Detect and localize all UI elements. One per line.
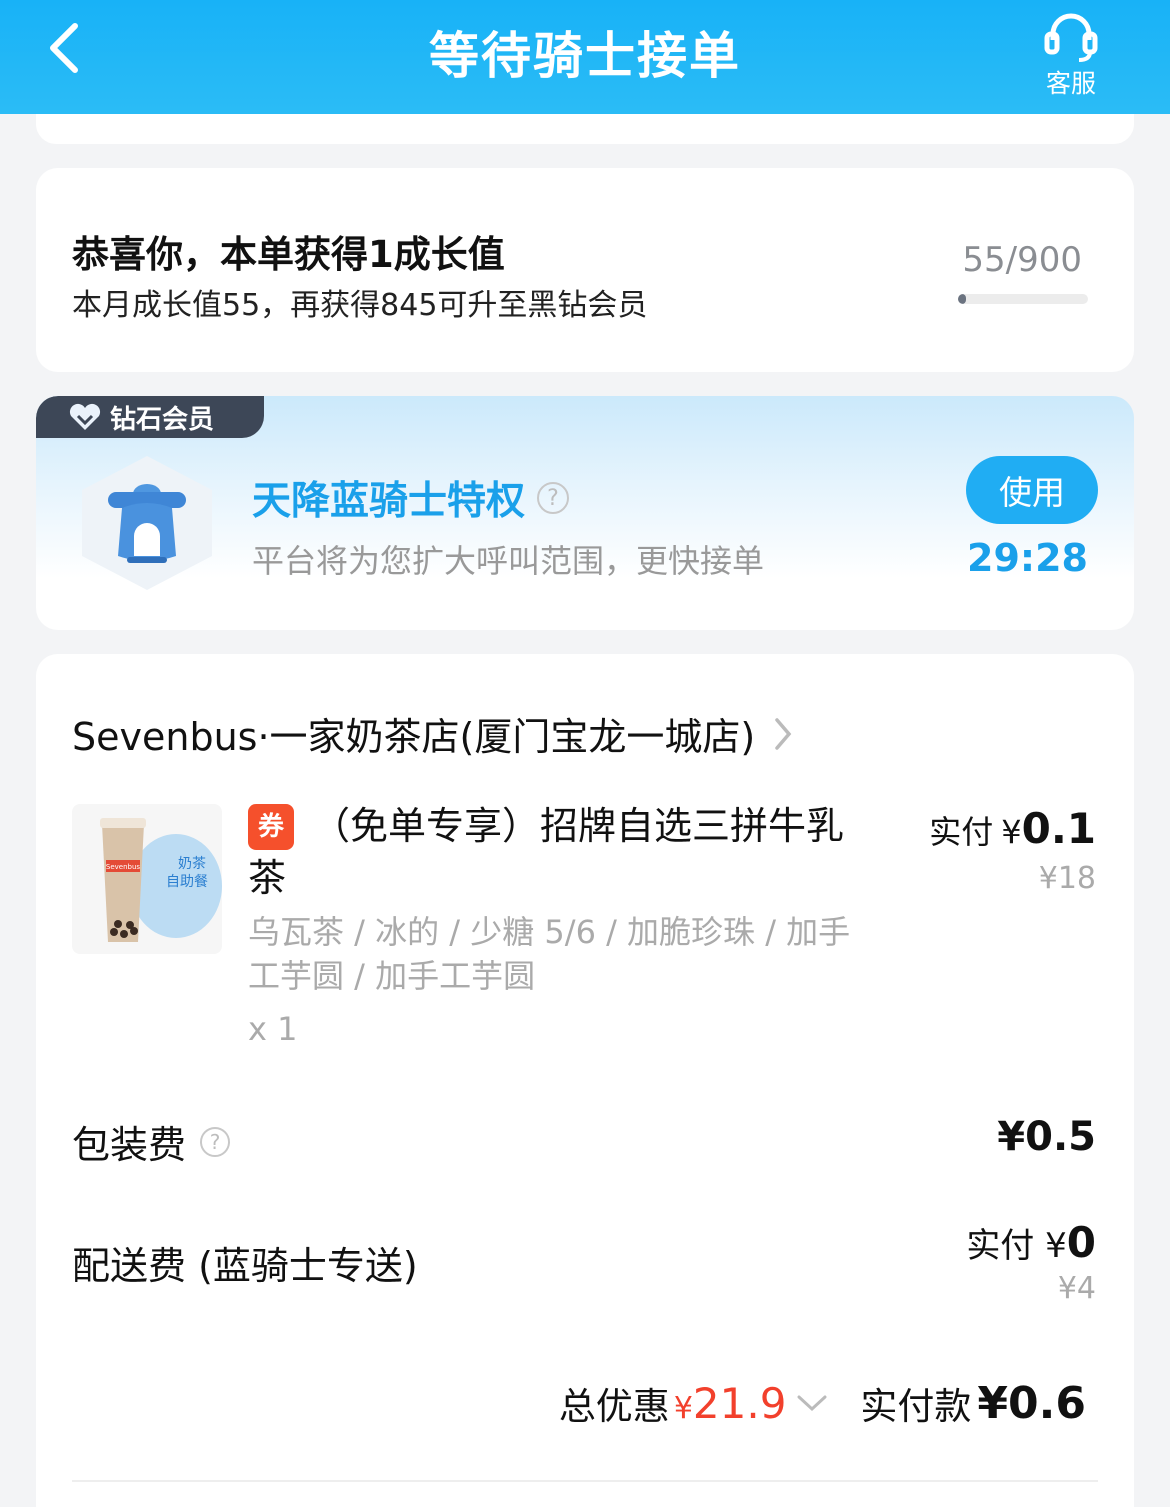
item-original-price: ¥18: [1038, 861, 1096, 896]
coupon-tag: 券: [248, 804, 294, 850]
delivery-fee-label: 配送费 (蓝骑士专送): [72, 1243, 418, 1288]
customer-service-label: 客服: [1045, 69, 1096, 98]
growth-value-card: 恭喜你，本单获得1成长值 本月成长值55，再获得845可升至黑钻会员 55/90…: [36, 168, 1134, 372]
shop-name: Sevenbus·一家奶茶店(厦门宝龙一城店): [72, 715, 756, 759]
item-paid-currency: ¥: [1001, 813, 1022, 851]
delivery-paid: 实付 ¥0: [966, 1218, 1096, 1267]
product-image-caption-2: 自助餐: [166, 874, 208, 890]
growth-subtitle: 本月成长值55，再获得845可升至黑钻会员: [72, 288, 648, 323]
page-title: 等待骑士接单: [429, 27, 741, 85]
discount-value: 21.9: [692, 1378, 787, 1428]
growth-ratio: 55/900: [962, 240, 1082, 280]
growth-title: 恭喜你，本单获得1成长值: [72, 233, 505, 276]
privilege-description: 平台将为您扩大呼叫范围，更快接单: [252, 542, 765, 580]
privilege-countdown: 29:28: [967, 536, 1088, 580]
delivery-fee-row: 配送费 (蓝骑士专送) 实付 ¥0 ¥4: [72, 1218, 1096, 1306]
use-privilege-button[interactable]: 使用: [966, 456, 1098, 524]
privilege-title: 天降蓝骑士特权 ?: [252, 470, 570, 526]
item-quantity: x 1: [248, 1010, 298, 1048]
customer-service-button[interactable]: 客服: [1036, 8, 1106, 98]
order-detail-card: Sevenbus·一家奶茶店(厦门宝龙一城店) Sevenbus 奶茶 自助餐 …: [36, 654, 1134, 1507]
total-paid-label: 实付款: [860, 1385, 972, 1428]
diamond-member-badge: 钻石会员: [36, 396, 264, 438]
chevron-right-icon: [773, 716, 793, 752]
order-summary-row: 总优惠 ¥21.9 实付款 ¥0.6: [559, 1376, 1086, 1430]
scooter-icon: [82, 456, 212, 590]
discount-amount: ¥21.9: [674, 1379, 787, 1428]
discount-expand-button[interactable]: [796, 1393, 828, 1413]
product-image: Sevenbus 奶茶 自助餐: [72, 804, 222, 954]
packing-fee-amount: ¥0.5: [997, 1114, 1096, 1160]
item-paid-price: 实付 ¥0.1: [929, 804, 1096, 853]
diamond-privilege-card: 钻石会员 天降蓝骑士特权 ? 平台将为您扩大呼叫范围，更快接单 使用 29:28: [36, 396, 1134, 630]
item-paid-label: 实付: [929, 813, 994, 851]
discount-label: 总优惠: [558, 1385, 670, 1428]
total-paid-currency: ¥: [977, 1377, 1009, 1429]
item-price: 实付 ¥0.1 ¥18: [929, 804, 1096, 896]
growth-progress-fill: [958, 294, 966, 304]
packing-fee-label-text: 包装费: [72, 1123, 187, 1167]
total-paid-amount: ¥0.6: [977, 1378, 1086, 1429]
headset-icon: [1044, 13, 1098, 62]
delivery-fee-price: 实付 ¥0 ¥4: [966, 1218, 1096, 1306]
diamond-badge-label: 钻石会员: [110, 404, 215, 435]
item-paid-value: 0.1: [1021, 804, 1096, 853]
product-image-brand: Sevenbus: [106, 863, 141, 871]
delivery-paid-value: 0: [1066, 1218, 1096, 1267]
divider: [72, 1480, 1098, 1482]
diamond-heart-icon: [68, 402, 102, 432]
item-info: 券（免单专享）招牌自选三拼牛乳茶 乌瓦茶 / 冰的 / 少糖 5/6 / 加脆珍…: [248, 800, 868, 1048]
delivery-original-price: ¥4: [1057, 1271, 1096, 1306]
chevron-down-icon: [797, 1395, 827, 1412]
item-name: 券（免单专享）招牌自选三拼牛乳茶: [248, 800, 868, 904]
total-paid-value: 0.6: [1008, 1377, 1086, 1429]
shop-link[interactable]: Sevenbus·一家奶茶店(厦门宝龙一城店): [72, 706, 793, 761]
item-spec: 乌瓦茶 / 冰的 / 少糖 5/6 / 加脆珍珠 / 加手工芋圆 / 加手工芋圆: [248, 913, 851, 995]
packing-help-icon[interactable]: ?: [200, 1126, 231, 1157]
delivery-paid-label: 实付: [966, 1226, 1035, 1266]
delivery-paid-currency: ¥: [1045, 1226, 1067, 1266]
previous-card-edge: [36, 114, 1134, 144]
packing-fee-row: 包装费 ? ¥0.5: [72, 1114, 1096, 1169]
growth-progress-bar: [958, 294, 1088, 304]
discount-currency: ¥: [673, 1390, 693, 1426]
top-nav-bar: 等待骑士接单 客服: [0, 0, 1170, 114]
privilege-help-icon[interactable]: ?: [537, 482, 570, 514]
packing-fee-label: 包装费 ?: [72, 1114, 231, 1169]
product-image-caption-1: 奶茶: [178, 856, 206, 872]
scooter-badge: [72, 452, 222, 594]
privilege-title-text: 天降蓝骑士特权: [252, 479, 526, 524]
item-name-text: （免单专享）招牌自选三拼牛乳茶: [248, 804, 845, 900]
